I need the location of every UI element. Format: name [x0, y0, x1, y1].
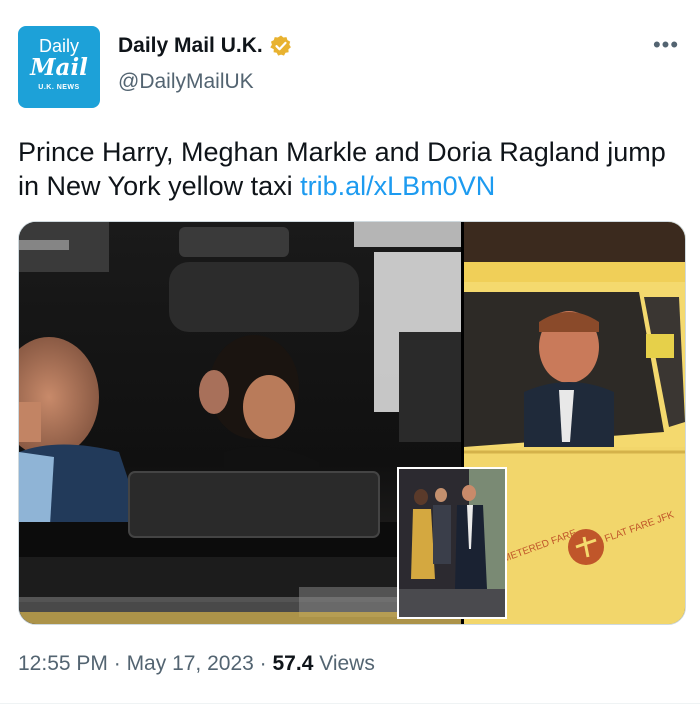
more-horizontal-icon[interactable]: ••• — [646, 34, 686, 60]
photo-taxi-interior[interactable] — [19, 222, 461, 624]
avatar-line-1: Daily — [38, 36, 79, 56]
verified-badge-icon[interactable] — [269, 34, 293, 58]
photo-inset-street[interactable] — [397, 467, 507, 619]
views-label: Views — [313, 652, 375, 675]
author-handle[interactable]: @DailyMailUK — [118, 70, 254, 94]
meta-separator: · — [107, 652, 127, 675]
tweet-date[interactable]: May 17, 2023 — [127, 652, 254, 675]
tweet-time[interactable]: 12:55 PM — [18, 652, 108, 675]
avatar-line-3: U.K. NEWS — [38, 84, 80, 91]
tweet-media[interactable]: METERED FARE FLAT FARE JFK — [18, 221, 686, 625]
author-display-name[interactable]: Daily Mail U.K. — [118, 34, 263, 58]
avatar[interactable]: Daily Mail U.K. NEWS — [18, 26, 100, 108]
tweet-link[interactable]: trib.al/xLBm0VN — [300, 171, 495, 201]
tweet-text: Prince Harry, Meghan Markle and Doria Ra… — [18, 135, 682, 203]
author-name-row: Daily Mail U.K. — [118, 34, 293, 58]
avatar-line-2: Mail — [30, 54, 88, 81]
views-count[interactable]: 57.4 — [273, 652, 314, 675]
tweet: Daily Mail U.K. NEWS Daily Mail U.K. @Da… — [0, 0, 700, 704]
tweet-meta: 12:55 PM · May 17, 2023 · 57.4 Views — [18, 652, 375, 676]
meta-separator-2: · — [253, 652, 273, 675]
